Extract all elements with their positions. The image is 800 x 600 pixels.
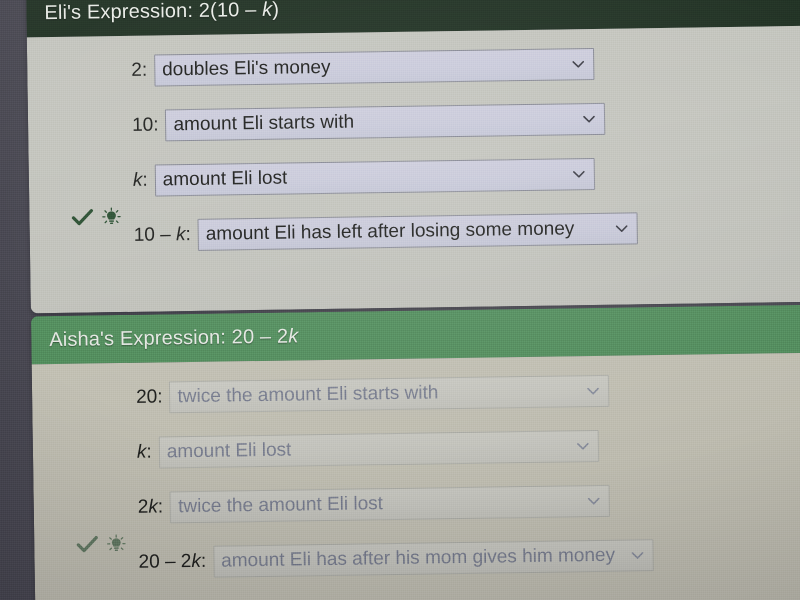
- dropdown-row: 10 – k: amount Eli has left after losing …: [29, 204, 800, 257]
- dropdown-selected-value: doubles Eli's money: [161, 56, 331, 80]
- card-body-eli: 2: doubles Eli's money 10: amount Eli start…: [26, 25, 800, 314]
- card-body-aisha: 20: twice the amount Eli starts with k: amo…: [31, 352, 800, 600]
- screen-content-plane: Eli's Expression: 2(10 – k) 2: doubles E…: [0, 0, 800, 600]
- card-title-aisha: Aisha's Expression: 20 – 2k: [49, 324, 299, 351]
- dropdown-select: amount Eli has after his mom gives him m…: [212, 538, 654, 578]
- chevron-down-icon[interactable]: [582, 111, 596, 125]
- expression-card-eli: Eli's Expression: 2(10 – k) 2: doubles E…: [26, 0, 800, 314]
- chevron-down-icon[interactable]: [615, 221, 629, 235]
- expression-card-aisha: Aisha's Expression: 20 – 2k 20: twice th…: [30, 304, 800, 600]
- gutter-marks-eli: [71, 204, 133, 231]
- dropdown-select[interactable]: doubles Eli's money: [153, 47, 595, 87]
- card-title-eli: Eli's Expression: 2(10 – k): [44, 0, 280, 24]
- chevron-down-icon: [576, 439, 590, 453]
- dropdown-selected-value: amount Eli lost: [162, 167, 288, 190]
- dropdown-row: k: amount Eli lost: [29, 149, 800, 202]
- dropdown-selected-value: amount Eli has left after losing some mo…: [205, 217, 575, 245]
- dropdown-rows-eli: 2: doubles Eli's money 10: amount Eli start…: [27, 39, 800, 257]
- dropdown-select: twice the amount Eli lost: [169, 484, 611, 523]
- dropdown-row-label: 2:: [131, 59, 148, 81]
- dropdown-row-label: 20 – 2k:: [138, 550, 207, 573]
- chevron-down-icon: [587, 493, 601, 507]
- gutter-marks-aisha: [76, 531, 138, 558]
- check-icon: [71, 208, 93, 226]
- screenshot-photo: Eli's Expression: 2(10 – k) 2: doubles E…: [0, 0, 800, 600]
- dropdown-selected-value: twice the amount Eli lost: [177, 492, 384, 517]
- dropdown-row-label: k:: [132, 169, 148, 191]
- dropdown-row: 20: twice the amount Eli starts with: [32, 366, 800, 419]
- lightbulb-hint-icon[interactable]: [101, 207, 121, 227]
- dropdown-row: 2k: twice the amount Eli lost: [33, 476, 800, 529]
- check-icon: [76, 535, 98, 553]
- dropdown-row-label: 2k:: [137, 495, 164, 518]
- dropdown-selected-value: amount Eli has after his mom gives him m…: [221, 544, 616, 572]
- dropdown-selected-value: amount Eli lost: [166, 439, 292, 462]
- dropdown-select: twice the amount Eli starts with: [169, 374, 610, 413]
- dropdown-row: 20 – 2k: amount Eli has after his mom giv…: [34, 531, 800, 584]
- dropdown-select[interactable]: amount Eli starts with: [165, 102, 606, 141]
- chevron-down-icon: [586, 383, 600, 397]
- dropdown-selected-value: twice the amount Eli starts with: [177, 381, 439, 407]
- dropdown-select[interactable]: amount Eli has left after losing some mo…: [197, 211, 638, 251]
- dropdown-row-label: 20:: [135, 385, 163, 408]
- chevron-down-icon: [630, 548, 644, 562]
- dropdown-row: 10: amount Eli starts with: [28, 94, 800, 147]
- dropdown-select[interactable]: amount Eli lost: [154, 157, 595, 197]
- dropdown-rows-aisha: 20: twice the amount Eli starts with k: amo…: [32, 366, 800, 584]
- dropdown-row: k: amount Eli lost: [33, 421, 800, 474]
- dropdown-selected-value: amount Eli starts with: [173, 111, 355, 135]
- dropdown-row-label: 10:: [131, 113, 159, 136]
- chevron-down-icon[interactable]: [572, 167, 586, 181]
- lightbulb-hint-icon[interactable]: [106, 534, 126, 554]
- dropdown-row-label: k:: [136, 441, 152, 463]
- dropdown-row: 2: doubles Eli's money: [27, 39, 800, 92]
- chevron-down-icon[interactable]: [571, 57, 585, 71]
- dropdown-row-label: 10 – k:: [133, 223, 191, 246]
- dropdown-select: amount Eli lost: [158, 429, 599, 468]
